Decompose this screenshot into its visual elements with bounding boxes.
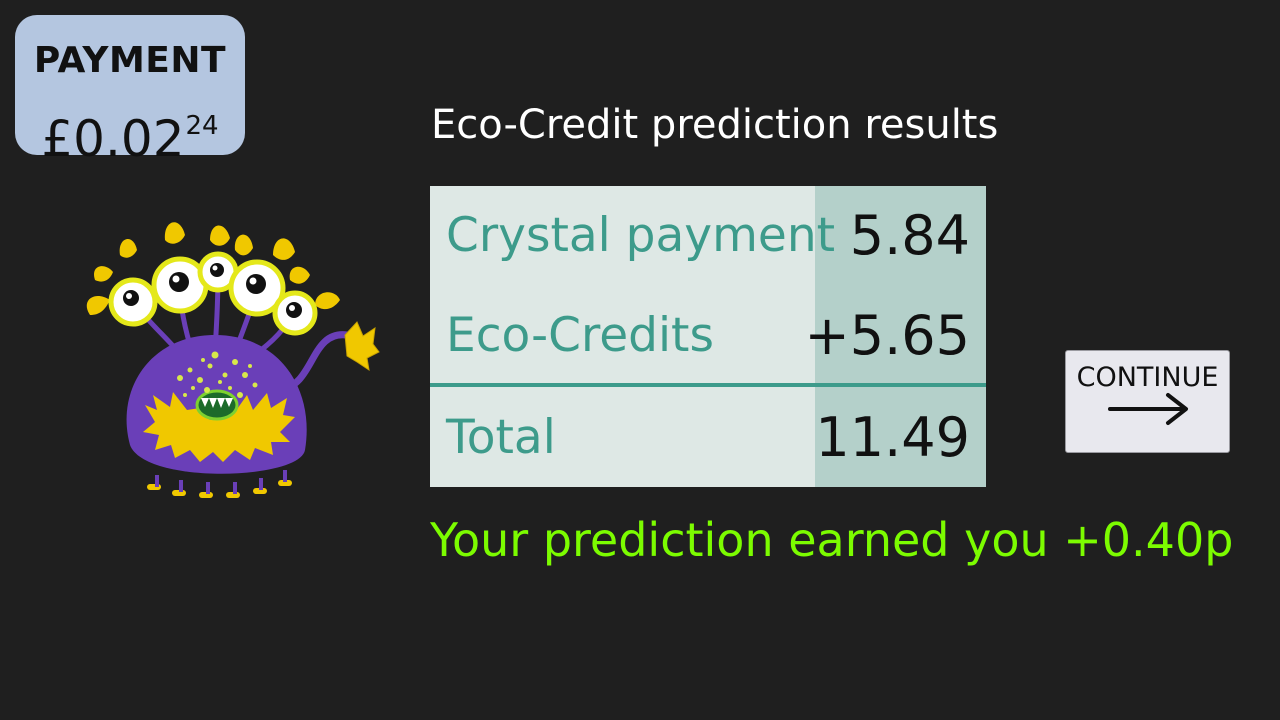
continue-button[interactable]: CONTINUE — [1065, 350, 1230, 453]
payment-amount-fraction: 24 — [185, 111, 219, 141]
payment-badge: PAYMENT £0.0224 — [15, 15, 245, 166]
results-row-label: Total — [446, 410, 556, 465]
continue-button-label: CONTINUE — [1076, 362, 1219, 393]
monster-tail-tuft — [344, 321, 380, 372]
results-row-value: +5.65 — [804, 304, 970, 367]
results-divider — [430, 383, 986, 387]
results-row-total: Total 11.49 — [430, 388, 986, 488]
results-row-value: 5.84 — [849, 204, 970, 267]
results-table: Crystal payment 5.84 Eco-Credits +5.65 T… — [430, 186, 986, 487]
monster-feet — [147, 470, 292, 498]
earned-message: Your prediction earned you +0.40p — [430, 513, 1234, 567]
arrow-right-icon — [1108, 393, 1188, 425]
payment-amount: £0.0224 — [15, 99, 245, 166]
payment-label: PAYMENT — [33, 40, 227, 81]
results-row-eco-credits: Eco-Credits +5.65 — [430, 286, 986, 386]
results-row-label: Crystal payment — [446, 208, 836, 263]
monster-mouth — [195, 389, 239, 421]
monster-illustration — [86, 222, 380, 498]
results-row-crystal-payment: Crystal payment 5.84 — [430, 186, 986, 286]
results-heading: Eco-Credit prediction results — [431, 102, 999, 148]
monster-eyes — [108, 251, 318, 336]
payment-amount-main: £0.02 — [41, 110, 185, 168]
results-row-value: 11.49 — [815, 406, 970, 469]
results-row-label: Eco-Credits — [446, 308, 714, 363]
